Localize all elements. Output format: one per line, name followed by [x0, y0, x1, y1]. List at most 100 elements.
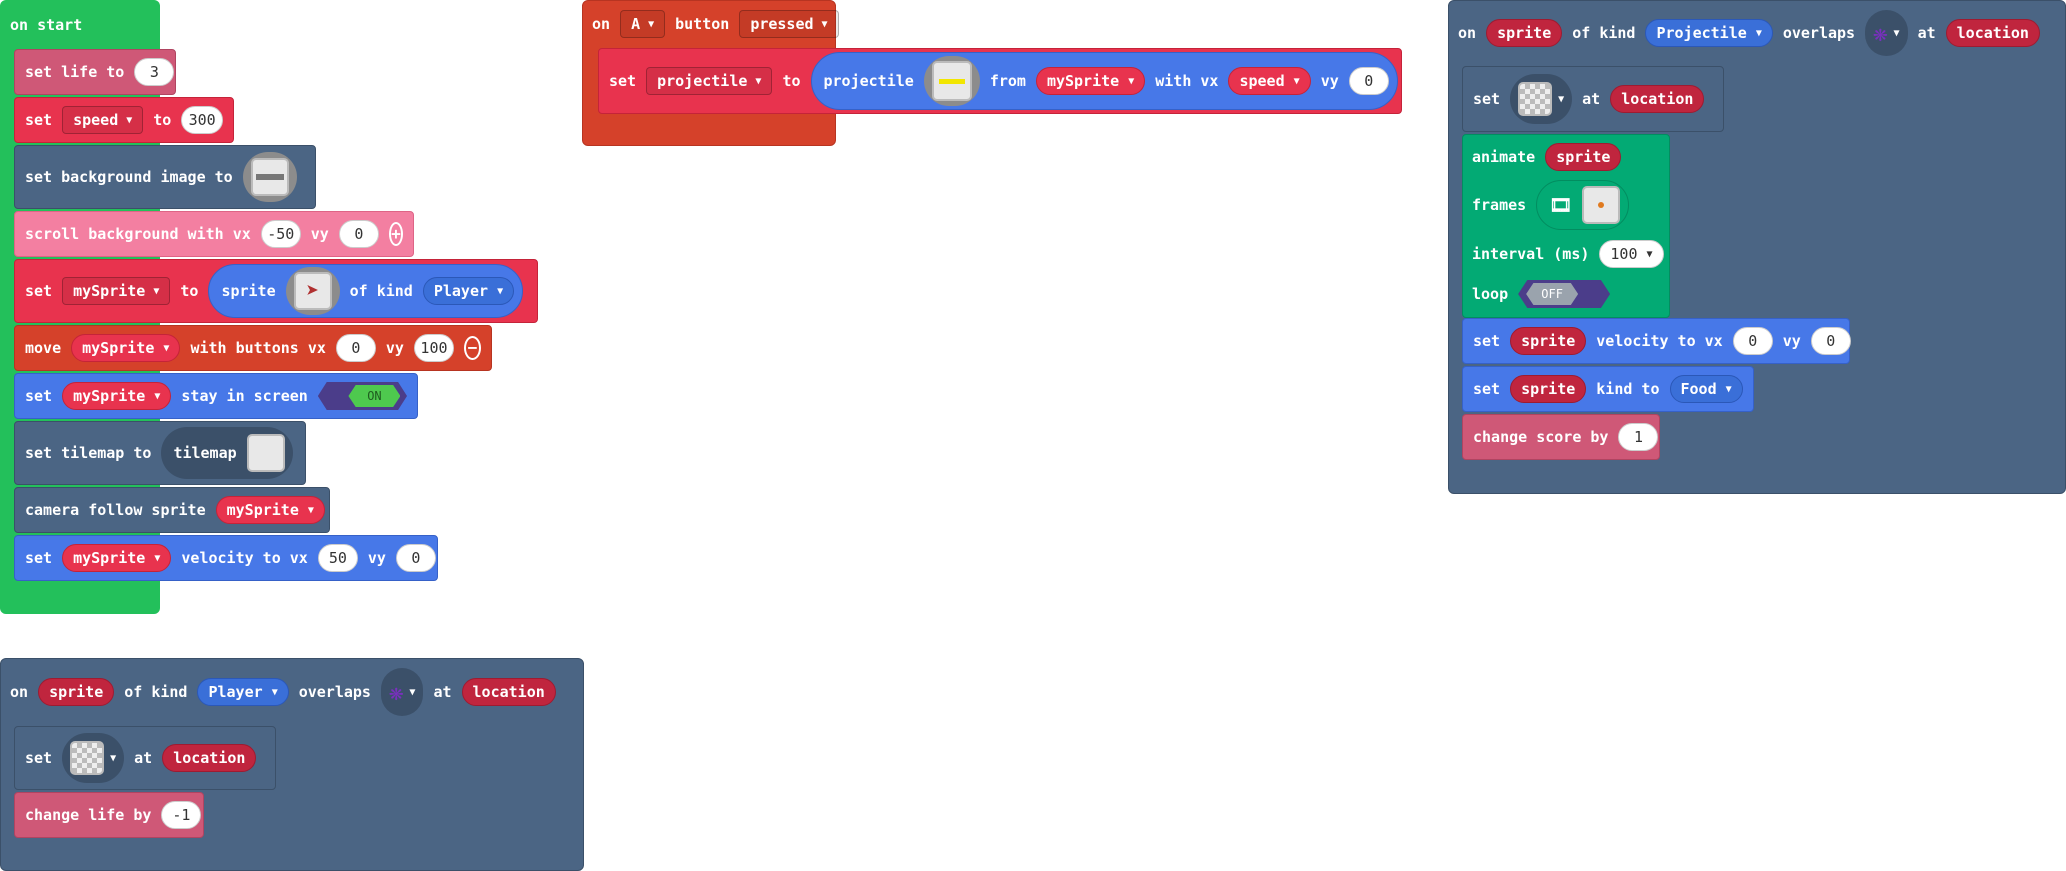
- set-label: set: [25, 282, 53, 300]
- camera-sprite-label: mySprite: [226, 501, 299, 519]
- to-label: to: [153, 111, 172, 129]
- velocity-vx-field[interactable]: 50: [317, 544, 358, 572]
- on-label: on: [592, 15, 611, 33]
- stay-in-screen-block[interactable]: set mySprite ▼ stay in screen ON: [14, 373, 418, 419]
- loop-toggle[interactable]: OFF: [1518, 280, 1611, 308]
- scroll-vx-field[interactable]: -50: [260, 220, 301, 248]
- move-with-buttons-block[interactable]: move mySprite ▼ with buttons vx 0 vy 100…: [14, 325, 492, 371]
- velocity-sprite-param[interactable]: sprite: [1510, 327, 1587, 355]
- player-kind-dropdown[interactable]: Player ▼: [197, 678, 289, 706]
- set-background-image-block[interactable]: set background image to: [14, 145, 316, 209]
- interval-value: 100: [1610, 245, 1638, 263]
- vx-variable-dropdown[interactable]: speed ▼: [1228, 67, 1311, 95]
- set-background-label: set background image to: [25, 168, 233, 186]
- sprite-image-picker[interactable]: ➤: [285, 267, 340, 315]
- minus-icon[interactable]: −: [463, 336, 481, 360]
- life-value-field[interactable]: 3: [134, 58, 175, 86]
- stay-sprite-dropdown[interactable]: mySprite ▼: [62, 382, 172, 410]
- set-sprite-kind-block[interactable]: set sprite kind to Food ▼: [1462, 366, 1754, 412]
- set-tile-at-location-block[interactable]: set ▼ at location: [1462, 66, 1724, 132]
- set-projectile-block[interactable]: set projectile ▼ to projectile from mySp…: [598, 48, 1402, 114]
- film-icon: 🎞: [1549, 194, 1573, 216]
- scroll-vy-field[interactable]: 0: [338, 220, 379, 248]
- vy-label: vy: [310, 225, 329, 243]
- tilemap-image[interactable]: [246, 434, 285, 472]
- projectile-vy-field[interactable]: 0: [1348, 67, 1389, 95]
- of-kind-label: of kind: [349, 282, 413, 300]
- bg-line: [255, 174, 284, 180]
- speed-value-field[interactable]: 300: [181, 106, 223, 134]
- set-speed-block[interactable]: set speed ▼ to 300: [14, 97, 234, 143]
- from-sprite-dropdown[interactable]: mySprite ▼: [1035, 67, 1146, 95]
- velocity-sprite-dropdown[interactable]: mySprite ▼: [62, 544, 172, 572]
- velocity-vy-field[interactable]: 0: [395, 544, 436, 572]
- to-label: to: [180, 282, 199, 300]
- set-tilemap-label: set tilemap to: [25, 444, 152, 462]
- interval-dropdown[interactable]: 100 ▼: [1599, 240, 1664, 268]
- velocity-vx-field[interactable]: 0: [1732, 327, 1773, 355]
- life-change-field[interactable]: -1: [161, 801, 202, 829]
- frame-dot: [1598, 202, 1605, 208]
- kind-sprite-param[interactable]: sprite: [1510, 375, 1587, 403]
- set-mysprite-block[interactable]: set mySprite ▼ to sprite ➤ of kind Playe…: [14, 259, 538, 323]
- of-kind-label: of kind: [124, 683, 188, 701]
- overlap-tile-picker[interactable]: ❋ ▼: [380, 668, 424, 716]
- move-sprite-dropdown[interactable]: mySprite ▼: [71, 334, 181, 362]
- velocity-label: velocity to vx: [181, 549, 308, 567]
- on-button-header[interactable]: on A ▼ button pressed ▼: [582, 6, 849, 42]
- set-tilemap-block[interactable]: set tilemap to tilemap: [14, 421, 306, 485]
- set-sprite-velocity-block[interactable]: set sprite velocity to vx 0 vy 0: [1462, 318, 1851, 364]
- score-value-field[interactable]: 1: [1618, 423, 1659, 451]
- move-vx-field[interactable]: 0: [335, 334, 376, 362]
- change-score-block[interactable]: change score by 1: [1462, 414, 1660, 460]
- player-kind-dropdown[interactable]: Player ▼: [422, 277, 515, 305]
- projectile-from-reporter[interactable]: projectile from mySprite ▼ with vx speed…: [810, 52, 1398, 110]
- set-life-block[interactable]: set life to 3: [14, 49, 176, 95]
- location-param[interactable]: location: [461, 678, 556, 706]
- dropdown-caret-icon: ▼: [1293, 75, 1300, 87]
- projectile-variable-dropdown[interactable]: projectile ▼: [646, 67, 773, 95]
- loop-row: loop OFF: [1462, 276, 1620, 312]
- stay-in-screen-label: stay in screen: [181, 387, 308, 405]
- dropdown-caret-icon: ▼: [497, 285, 504, 297]
- sprite-reporter[interactable]: sprite ➤ of kind Player ▼: [208, 264, 524, 318]
- change-life-block[interactable]: change life by -1: [14, 792, 204, 838]
- player-overlap-header[interactable]: on sprite of kind Player ▼ overlaps ❋ ▼ …: [0, 668, 566, 716]
- speed-variable-dropdown[interactable]: speed ▼: [62, 106, 144, 134]
- overlap-sprite-param[interactable]: sprite: [1486, 19, 1563, 47]
- velocity-vy-field[interactable]: 0: [1810, 327, 1851, 355]
- scroll-background-block[interactable]: scroll background with vx -50 vy 0 +: [14, 211, 414, 257]
- tile-picker[interactable]: ▼: [1510, 74, 1573, 124]
- projectile-image-picker[interactable]: [923, 56, 980, 106]
- move-label: move: [25, 339, 62, 357]
- tilemap-label: tilemap: [173, 444, 237, 462]
- camera-sprite-dropdown[interactable]: mySprite ▼: [215, 496, 325, 524]
- location-param[interactable]: location: [162, 744, 257, 772]
- location-param[interactable]: location: [1610, 85, 1705, 113]
- stay-in-screen-toggle[interactable]: ON: [317, 382, 407, 410]
- vx-var-label: speed: [1239, 72, 1285, 90]
- tilemap-reporter[interactable]: tilemap: [161, 427, 293, 479]
- button-state-dropdown[interactable]: pressed ▼: [739, 10, 839, 38]
- frames-picker[interactable]: 🎞: [1536, 180, 1630, 230]
- overlap-tile-picker[interactable]: ❋ ▼: [1865, 10, 1908, 56]
- food-kind-dropdown[interactable]: Food ▼: [1669, 375, 1743, 403]
- background-image-picker[interactable]: [242, 152, 297, 202]
- overlap-sprite-param[interactable]: sprite: [38, 678, 115, 706]
- player-set-tile-block[interactable]: set ▼ at location: [14, 726, 276, 790]
- animate-sprite-param[interactable]: sprite: [1545, 143, 1622, 171]
- projectile-kind-dropdown[interactable]: Projectile ▼: [1645, 19, 1773, 47]
- at-label: at: [134, 749, 153, 767]
- mysprite-variable-dropdown[interactable]: mySprite ▼: [62, 277, 171, 305]
- move-vy-field[interactable]: 100: [413, 334, 454, 362]
- on-start-header[interactable]: on start: [0, 8, 92, 42]
- set-velocity-block[interactable]: set mySprite ▼ velocity to vx 50 vy 0: [14, 535, 438, 581]
- plus-icon[interactable]: +: [388, 222, 403, 246]
- location-param[interactable]: location: [1945, 19, 2040, 47]
- camera-follow-block[interactable]: camera follow sprite mySprite ▼: [14, 487, 330, 533]
- tile-picker[interactable]: ▼: [62, 733, 125, 783]
- purple-tile-icon: ❋: [1873, 19, 1888, 47]
- player-sprite-glyph: ➤: [306, 278, 320, 304]
- button-key-dropdown[interactable]: A ▼: [620, 10, 666, 38]
- projectile-overlap-header[interactable]: on sprite of kind Projectile ▼ overlaps …: [1448, 10, 2050, 56]
